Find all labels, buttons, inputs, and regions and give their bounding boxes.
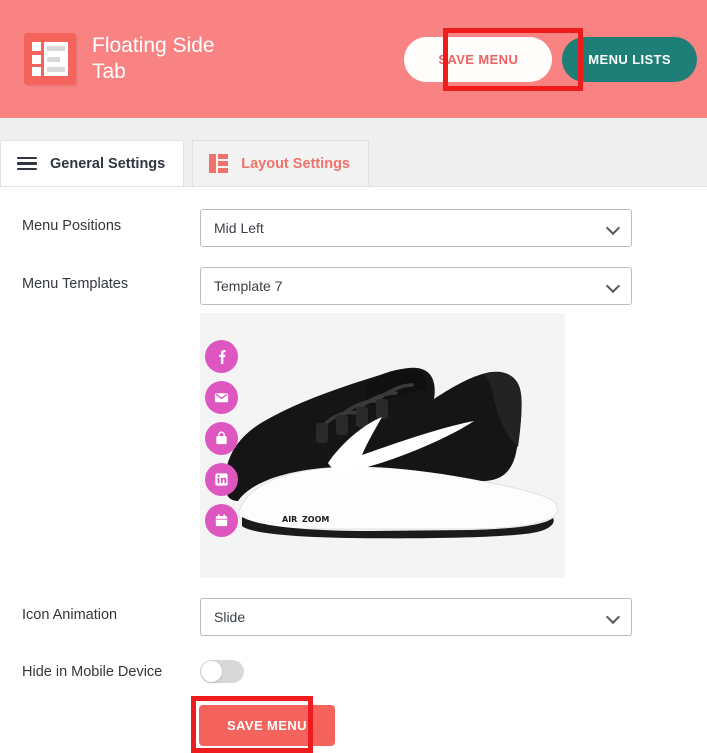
icon-animation-select[interactable]: Slide bbox=[200, 598, 632, 636]
row-menu-templates: Menu Templates Template 7 bbox=[0, 267, 707, 578]
tabs-underline bbox=[0, 186, 707, 187]
tab-general-settings-label: General Settings bbox=[50, 156, 165, 172]
menu-lists-button[interactable]: MENU LISTS bbox=[562, 37, 697, 82]
social-facebook-icon[interactable] bbox=[205, 340, 238, 373]
header-actions: SAVE MENU MENU LISTS bbox=[404, 0, 697, 118]
tab-layout-settings-label: Layout Settings bbox=[241, 156, 350, 172]
social-email-icon[interactable] bbox=[205, 381, 238, 414]
save-menu-footer: SAVE MENU bbox=[0, 705, 707, 746]
tab-layout-settings[interactable]: Layout Settings bbox=[192, 140, 369, 186]
tab-general-settings[interactable]: General Settings bbox=[0, 140, 184, 186]
app-header: Floating Side Tab SAVE MENU MENU LISTS bbox=[0, 0, 707, 118]
menu-positions-label: Menu Positions bbox=[22, 209, 200, 234]
settings-panel: Menu Positions Mid Left Menu Templates T… bbox=[0, 209, 707, 746]
icon-animation-value: Slide bbox=[214, 609, 245, 625]
social-calendar-icon[interactable] bbox=[205, 504, 238, 537]
menu-positions-value: Mid Left bbox=[214, 220, 264, 236]
row-menu-positions: Menu Positions Mid Left bbox=[0, 209, 707, 247]
menu-templates-select[interactable]: Template 7 bbox=[200, 267, 632, 305]
social-linkedin-icon[interactable] bbox=[205, 463, 238, 496]
floating-social-rail bbox=[205, 340, 238, 537]
row-hide-in-mobile: Hide in Mobile Device bbox=[0, 655, 707, 683]
product-image-nike-shoe: AIR ZOOM bbox=[220, 341, 565, 551]
svg-text:AIR: AIR bbox=[282, 515, 297, 524]
page-title: Floating Side Tab bbox=[92, 33, 252, 85]
icon-animation-label: Icon Animation bbox=[22, 598, 200, 623]
toggle-knob bbox=[201, 661, 222, 682]
menu-templates-label: Menu Templates bbox=[22, 267, 200, 292]
save-menu-button-top[interactable]: SAVE MENU bbox=[404, 37, 552, 82]
settings-tabs: General Settings Layout Settings bbox=[0, 140, 707, 186]
menu-templates-value: Template 7 bbox=[214, 278, 282, 294]
brand: Floating Side Tab bbox=[24, 33, 252, 85]
social-shopping-bag-icon[interactable] bbox=[205, 422, 238, 455]
chevron-down-icon bbox=[607, 280, 619, 292]
hide-in-mobile-label: Hide in Mobile Device bbox=[22, 655, 200, 680]
header-divider bbox=[0, 118, 707, 140]
svg-text:ZOOM: ZOOM bbox=[302, 515, 329, 524]
app-logo-icon bbox=[24, 33, 76, 85]
save-menu-button-bottom[interactable]: SAVE MENU bbox=[199, 705, 335, 746]
menu-positions-select[interactable]: Mid Left bbox=[200, 209, 632, 247]
row-icon-animation: Icon Animation Slide bbox=[0, 598, 707, 636]
template-preview: AIR ZOOM bbox=[200, 313, 565, 578]
hamburger-icon bbox=[17, 157, 37, 171]
chevron-down-icon bbox=[607, 222, 619, 234]
hide-in-mobile-toggle[interactable] bbox=[200, 660, 244, 683]
chevron-down-icon bbox=[607, 611, 619, 623]
layout-grid-icon bbox=[209, 154, 228, 173]
